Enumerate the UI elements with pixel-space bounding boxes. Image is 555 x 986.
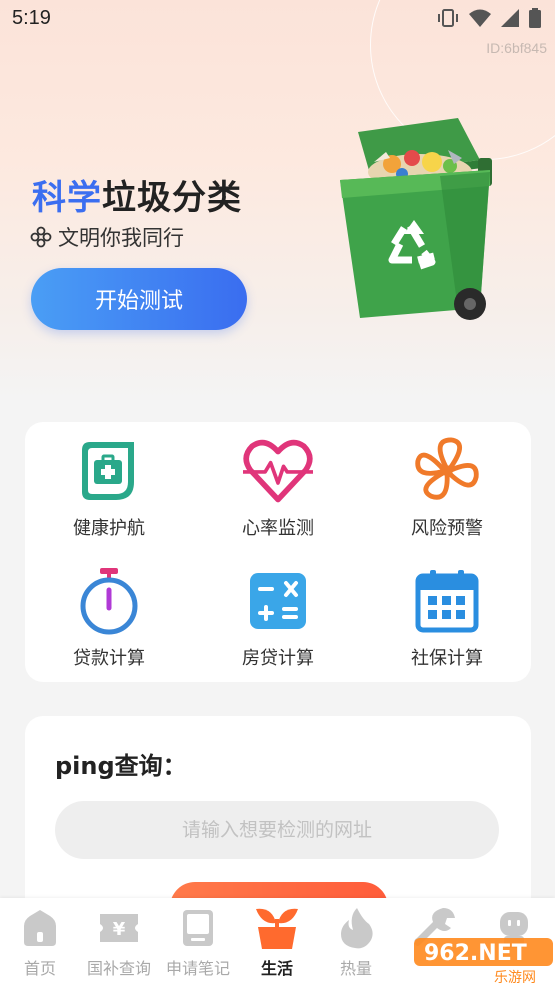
tool-loan-calc[interactable]: 贷款计算 xyxy=(25,552,193,672)
stopwatch-icon xyxy=(74,566,144,636)
tool-health[interactable]: 健康护航 xyxy=(25,422,193,542)
tools-card: 健康护航 心率监测 风险预警 贷款计算 房贷计算 社保计算 xyxy=(25,422,531,682)
wifi-icon xyxy=(469,9,491,27)
garbage-bin-illustration xyxy=(340,118,492,320)
tool-label: 风险预警 xyxy=(411,518,483,539)
ticket-yen-icon: ¥ xyxy=(96,905,142,951)
tab-label: 申请笔记 xyxy=(165,959,230,978)
status-bar: 5:19 xyxy=(0,0,555,38)
status-icons xyxy=(437,8,541,28)
start-test-button[interactable]: 开始测试 xyxy=(31,268,247,330)
notebook-icon xyxy=(175,905,221,951)
svg-text:¥: ¥ xyxy=(113,919,126,940)
flame-icon xyxy=(333,905,379,951)
tab-label: 国补查询 xyxy=(86,959,151,978)
heart-rate-icon xyxy=(243,436,313,506)
hero-subtitle: 文明你我同行 xyxy=(30,222,184,252)
hero-subtitle-text: 文明你我同行 xyxy=(58,226,184,250)
id-label: ID:6bf845 xyxy=(486,40,547,56)
home-icon xyxy=(17,905,63,951)
tool-label: 房贷计算 xyxy=(242,648,314,669)
tab-label: 首页 xyxy=(23,959,56,978)
tool-label: 心率监测 xyxy=(242,518,314,539)
hero-title-rest: 垃圾分类 xyxy=(102,178,242,218)
vibrate-icon xyxy=(438,9,458,27)
medical-kit-icon xyxy=(74,436,144,506)
tool-risk-warning[interactable]: 风险预警 xyxy=(363,422,531,542)
sprout-pot-icon xyxy=(254,905,300,951)
calculator-icon xyxy=(243,566,313,636)
signal-icon xyxy=(501,9,519,27)
tool-label: 社保计算 xyxy=(411,648,483,669)
tool-label: 贷款计算 xyxy=(73,648,145,669)
tab-calories[interactable]: 热量 xyxy=(316,898,396,986)
hero-banner: 5:19 ID:6bf845 科学垃圾分类 文明你我同行 开始测试 xyxy=(0,0,555,400)
svg-text:乐游网: 乐游网 xyxy=(494,970,536,986)
tool-heart-rate[interactable]: 心率监测 xyxy=(194,422,362,542)
ping-title: ping查询： xyxy=(55,752,187,780)
calendar-icon xyxy=(412,566,482,636)
tab-home[interactable]: 首页 xyxy=(0,898,80,986)
tab-life[interactable]: 生活 xyxy=(237,898,317,986)
url-input[interactable] xyxy=(55,801,499,859)
hero-title: 科学垃圾分类 xyxy=(32,170,242,219)
status-time: 5:19 xyxy=(12,7,51,29)
clover-icon xyxy=(30,226,52,248)
tool-label: 健康护航 xyxy=(73,518,145,539)
svg-text:962.NET: 962.NET xyxy=(424,941,527,966)
tool-social-security-calc[interactable]: 社保计算 xyxy=(363,552,531,672)
hero-title-highlight: 科学 xyxy=(32,178,102,218)
tab-application-notes[interactable]: 申请笔记 xyxy=(158,898,238,986)
tab-subsidy-query[interactable]: ¥ 国补查询 xyxy=(79,898,159,986)
tab-label: 生活 xyxy=(260,959,293,978)
tool-mortgage-calc[interactable]: 房贷计算 xyxy=(194,552,362,672)
site-watermark-logo: 962.NET 乐游网 xyxy=(414,938,553,986)
tab-label: 热量 xyxy=(339,959,372,978)
battery-icon xyxy=(529,8,541,28)
fan-icon xyxy=(412,436,482,506)
